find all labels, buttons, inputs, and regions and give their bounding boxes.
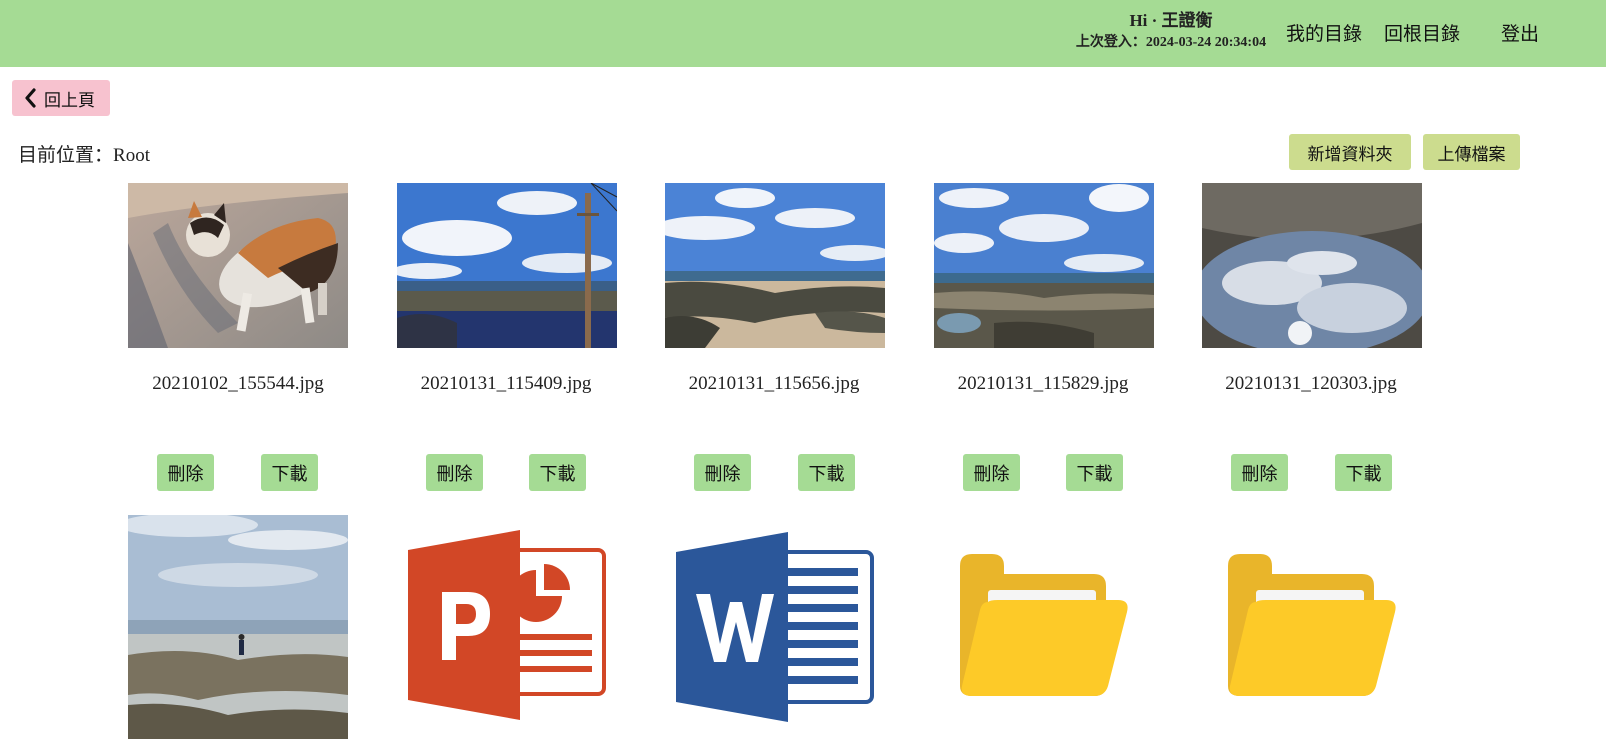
reef-photo [934,183,1154,348]
tide-pool-reflection-photo [1202,183,1422,348]
powerpoint-icon[interactable] [408,530,606,720]
download-button[interactable]: 下載 [1335,454,1392,491]
delete-button[interactable]: 刪除 [963,454,1020,491]
current-location: 目前位置：Root [18,140,150,167]
file-name: 20210131_115409.jpg [420,373,592,394]
download-button[interactable]: 下載 [529,454,586,491]
thumbnail-cat[interactable] [128,183,348,348]
file-name: 20210131_120303.jpg [1225,373,1397,394]
folder-icon[interactable] [1226,552,1398,698]
thumbnail-tide-pool[interactable] [1202,183,1422,348]
download-button[interactable]: 下載 [261,454,318,491]
word-icon[interactable] [676,532,874,722]
delete-button[interactable]: 刪除 [1231,454,1288,491]
calico-cat-photo [128,183,348,348]
delete-button[interactable]: 刪除 [426,454,483,491]
thumbnail-coast-person[interactable] [128,515,348,739]
top-bar: Hi · 王證衡 上次登入：2024-03-24 20:34:04 我的目錄 回… [0,0,1606,67]
delete-button[interactable]: 刪除 [694,454,751,491]
upload-file-button[interactable]: 上傳檔案 [1423,134,1520,170]
new-folder-button[interactable]: 新增資料夾 [1289,134,1411,170]
nav-logout[interactable]: 登出 [1501,19,1539,46]
chevron-left-icon [23,88,38,108]
file-name: 20210102_155544.jpg [152,373,324,394]
back-button-label: 回上頁 [44,90,95,111]
nav-root-directory[interactable]: 回根目錄 [1384,19,1460,46]
nav-my-directory[interactable]: 我的目錄 [1286,19,1362,46]
delete-button[interactable]: 刪除 [157,454,214,491]
location-value: Root [113,145,150,166]
download-button[interactable]: 下載 [798,454,855,491]
rocky-beach-photo [665,183,885,348]
greeting-text: Hi · 王證衡 [1129,11,1213,30]
file-name: 20210131_115656.jpg [688,373,860,394]
thumbnail-coast-pole[interactable] [397,183,617,348]
download-button[interactable]: 下載 [1066,454,1123,491]
last-login-text: 上次登入：2024-03-24 20:34:04 [1075,35,1267,50]
coast-person-photo [128,515,348,739]
coast-with-pole-photo [397,183,617,348]
file-name: 20210131_115829.jpg [957,373,1129,394]
back-button[interactable]: 回上頁 [12,80,110,116]
folder-icon[interactable] [958,552,1130,698]
location-label: 目前位置： [18,144,114,166]
user-greeting: Hi · 王證衡 上次登入：2024-03-24 20:34:04 [1062,10,1280,54]
thumbnail-reef[interactable] [934,183,1154,348]
thumbnail-rocky-beach[interactable] [665,183,885,348]
